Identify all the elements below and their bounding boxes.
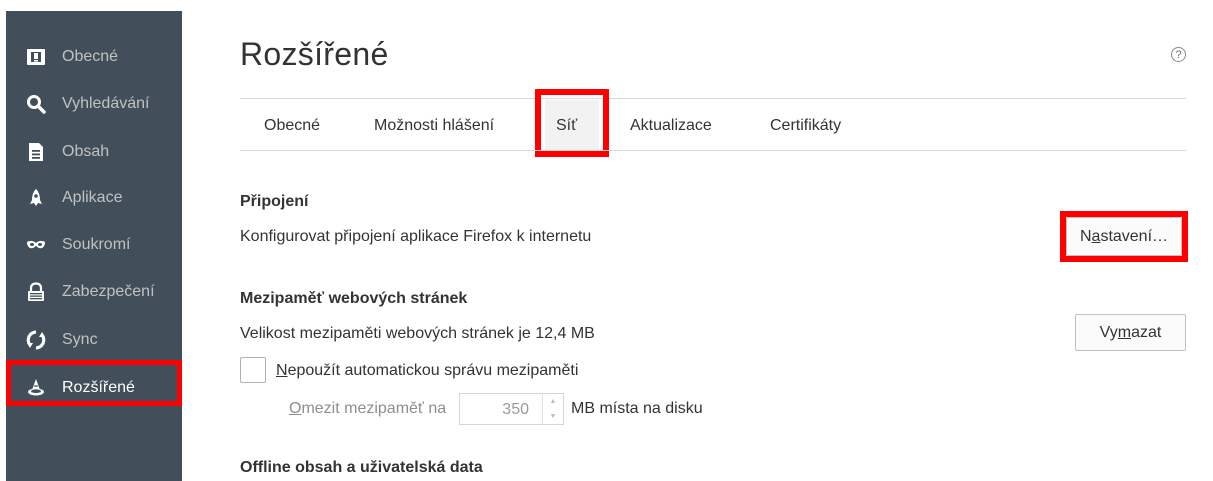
- cache-size-text: Velikost mezipaměti webových stránek je …: [240, 325, 595, 342]
- override-cache-label: Nepoužít automatickou správu mezipaměti: [276, 362, 579, 379]
- sidebar-item-general[interactable]: Obecné: [6, 34, 182, 79]
- sidebar-item-label: Obsah: [62, 142, 110, 160]
- tab-general[interactable]: Obecné: [264, 109, 320, 143]
- sidebar: Obecné Vyhledávání Obsah Aplikace Soukro…: [6, 11, 182, 481]
- sidebar-item-label: Soukromí: [62, 235, 131, 253]
- tab-certificates[interactable]: Certifikáty: [770, 109, 841, 143]
- tab-update[interactable]: Aktualizace: [630, 109, 712, 143]
- connection-description: Konfigurovat připojení aplikace Firefox …: [240, 228, 592, 245]
- tab-data-choices[interactable]: Možnosti hlášení: [374, 109, 494, 143]
- cache-heading: Mezipaměť webových stránek: [240, 290, 468, 307]
- search-icon: [26, 94, 46, 114]
- page-title: Rozšířené: [240, 36, 389, 72]
- offline-heading: Offline obsah a uživatelská data: [240, 459, 483, 476]
- sidebar-item-applications[interactable]: Aplikace: [6, 175, 182, 220]
- sidebar-item-label: Sync: [62, 330, 98, 348]
- lock-icon: [26, 281, 46, 302]
- clear-cache-button[interactable]: Vymazat: [1075, 314, 1186, 351]
- cache-limit-label: Omezit mezipaměť na: [289, 400, 447, 417]
- mask-icon: [26, 235, 46, 255]
- rocket-icon: [26, 188, 46, 208]
- sidebar-item-label: Zabezpečení: [62, 282, 155, 300]
- sidebar-item-label: Vyhledávání: [62, 94, 150, 112]
- sidebar-item-security[interactable]: Zabezpečení: [6, 269, 182, 314]
- spin-down-icon[interactable]: ▼: [543, 409, 563, 424]
- sidebar-item-content[interactable]: Obsah: [6, 129, 182, 174]
- sidebar-item-label: Aplikace: [62, 188, 123, 206]
- spin-up-icon[interactable]: ▲: [543, 394, 563, 409]
- button-label: Vymazat: [1099, 323, 1162, 341]
- sidebar-item-label: Obecné: [62, 47, 119, 65]
- help-icon[interactable]: ?: [1171, 47, 1186, 62]
- tabs-divider-top: [240, 98, 1186, 99]
- highlight-box-settings: [1060, 211, 1188, 262]
- sidebar-item-privacy[interactable]: Soukromí: [6, 222, 182, 267]
- highlight-box-sidebar: [6, 360, 182, 406]
- document-icon: [26, 142, 46, 162]
- sidebar-item-sync[interactable]: Sync: [6, 317, 182, 362]
- cache-limit-spinner[interactable]: ▲ ▼: [542, 394, 563, 424]
- cache-limit-input[interactable]: 350 ▲ ▼: [459, 393, 564, 425]
- sidebar-item-search[interactable]: Vyhledávání: [6, 81, 182, 126]
- cache-limit-value: 350: [502, 401, 529, 418]
- general-icon: [26, 47, 46, 67]
- highlight-box-tab: [535, 89, 609, 157]
- tabs-divider-bottom: [240, 150, 1186, 151]
- cache-limit-unit: MB místa na disku: [571, 400, 703, 417]
- sync-icon: [26, 329, 46, 350]
- override-cache-checkbox[interactable]: [240, 357, 266, 383]
- connection-heading: Připojení: [240, 193, 309, 210]
